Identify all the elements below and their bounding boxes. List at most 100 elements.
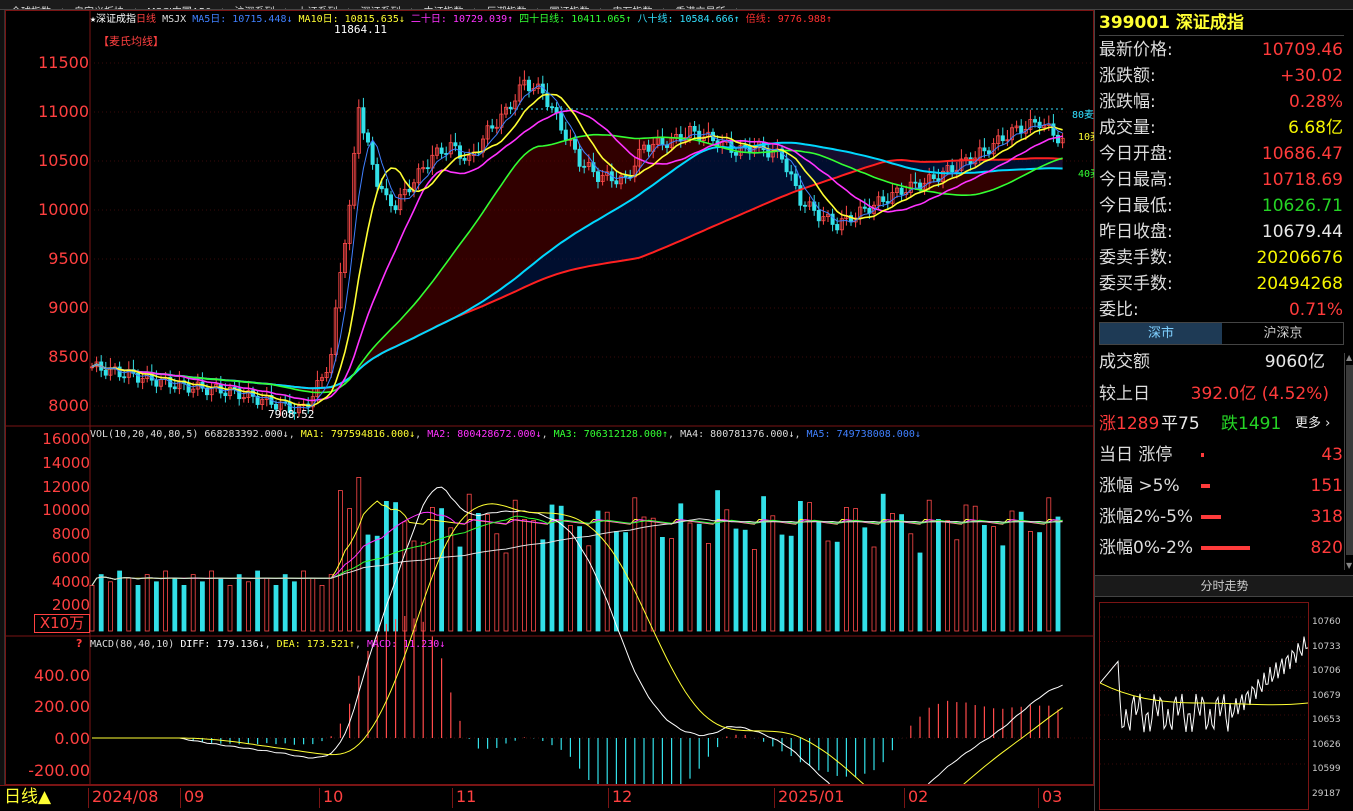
period-button[interactable]: 日线▲ [4, 786, 51, 808]
vol-ma3: MA3: 706312128.000↑ [553, 429, 669, 440]
chart-area[interactable]: ★深证成指日线 MSJX MA5日: 10715.448↓ MA10日: 108… [5, 10, 1100, 785]
tab-shenzhen[interactable]: 深市 [1100, 323, 1222, 344]
volume-bar [172, 577, 178, 632]
volume-bar [660, 537, 665, 632]
candle-body [697, 130, 702, 141]
volume-bar [181, 585, 187, 632]
vol-axis-16000: 16000 [42, 430, 90, 448]
stats-bar [1201, 453, 1204, 457]
volume-bar [788, 535, 794, 632]
date-tick-2024-08: 2024/08 [87, 787, 159, 808]
volume-bar [650, 517, 656, 632]
quote-label: 涨跌幅: [1099, 92, 1156, 112]
vol-axis-14000: 14000 [42, 454, 90, 472]
candle-body [103, 369, 108, 376]
volume-bar [770, 515, 776, 632]
quote-row: 今日最高: 10718.69 [1099, 167, 1343, 193]
scroll-down-icon[interactable]: ▼ [1346, 561, 1352, 570]
date-tick-2025-01: 2025/01 [773, 787, 845, 808]
candle-body [508, 106, 513, 110]
help-icon[interactable]: ? [76, 637, 82, 650]
quote-label: 委比: [1099, 300, 1139, 320]
quote-label: 最新价格: [1099, 40, 1173, 60]
volume-bar [687, 522, 693, 632]
volume-bar [126, 577, 132, 632]
low-annotation: 7908.52 [268, 408, 315, 421]
volume-bar [108, 581, 113, 632]
volume-bar [834, 541, 840, 632]
volume-bar [117, 570, 122, 632]
quote-name: 深证成指 [1175, 13, 1244, 33]
candle-body [375, 164, 380, 187]
volume-bar [365, 534, 371, 632]
intraday-title-bar[interactable]: 分时走势 [1095, 575, 1353, 597]
bei-value: 倍线: 9776.988↑ [745, 14, 832, 25]
volume-bar [135, 585, 141, 632]
quote-label: 昨日收盘: [1099, 222, 1173, 242]
stats-value: 43 [1321, 445, 1343, 465]
volume-bar [862, 527, 868, 632]
quote-row: 今日最低: 10626.71 [1099, 193, 1343, 219]
volume-bar [632, 497, 638, 632]
price-axis-11500: 11500 [38, 53, 89, 72]
volume-bar [945, 520, 950, 632]
volume-bar [1018, 511, 1024, 632]
candle-body [154, 379, 159, 387]
volume-bar [890, 512, 895, 632]
volume-bar [485, 514, 491, 632]
volume-bar [880, 493, 886, 632]
volume-bar [954, 539, 960, 632]
more-link[interactable]: 更多 › [1295, 411, 1330, 437]
scroll-up-icon[interactable]: ▲ [1346, 353, 1352, 362]
quote-row: 涨跌额: +30.02 [1099, 63, 1343, 89]
volume-bar [420, 541, 426, 632]
ma40-value: 四十日线: 10411.065↑ [519, 14, 632, 25]
intraday-title: 分时走势 [1200, 579, 1249, 593]
candle-body [1000, 135, 1005, 142]
panel-scrollbar[interactable]: ▲ ▼ [1344, 353, 1353, 570]
breadth-flat: 平75 [1161, 414, 1200, 434]
tab-all-markets[interactable]: 沪深京 [1222, 323, 1344, 344]
candle-body [453, 142, 458, 147]
volume-bar [153, 581, 159, 632]
ma20-value: 二十日: 10729.039↑ [410, 14, 514, 25]
vol-unit-label: X10万 [34, 614, 90, 633]
volume-bar [972, 505, 978, 632]
volume-bar [319, 585, 325, 632]
candle-body [596, 171, 601, 182]
breadth-up: 涨1289 [1099, 414, 1160, 434]
volume-bar [411, 540, 417, 632]
candle-body [122, 376, 127, 379]
price-axis-8500: 8500 [48, 347, 89, 366]
stats-label: 当日 涨停 [1099, 445, 1173, 465]
quote-label: 今日最低: [1099, 196, 1173, 216]
volume-bar [383, 500, 389, 632]
high-annotation: 11864.11 [334, 23, 387, 36]
volume-bar [1055, 516, 1061, 632]
volume-bar [273, 585, 279, 632]
stats-value: 151 [1310, 476, 1343, 496]
candlestick-chart[interactable] [6, 11, 1093, 784]
volume-bar [724, 509, 730, 632]
candle-body [388, 194, 393, 207]
candle-body [766, 149, 771, 158]
quote-value: 20494268 [1256, 274, 1343, 294]
index-title: ★深证成指 [90, 14, 137, 25]
scroll-thumb[interactable] [1346, 365, 1353, 555]
volume-bar [163, 570, 169, 632]
indicator-tag[interactable]: 【麦氏均线】 [98, 35, 164, 48]
volume-bar [577, 526, 582, 632]
candle-body [223, 392, 228, 397]
intraday-chart[interactable] [1099, 602, 1309, 810]
quote-label: 今日开盘: [1099, 144, 1173, 164]
vol-axis-12000: 12000 [42, 478, 90, 496]
vol-ma1: MA1: 797594816.000↓ [300, 429, 416, 440]
volume-bar [816, 521, 822, 632]
volume-bar [531, 520, 536, 632]
macd-legend: MACD(80,40,10) DIFF: 179.136↓, DEA: 173.… [90, 639, 446, 650]
price-axis-10000: 10000 [38, 200, 89, 219]
volume-bar [908, 533, 914, 632]
quote-row: 委买手数: 20494268 [1099, 271, 1343, 297]
quote-row: 委比: 0.71% [1099, 297, 1343, 323]
top-tab-bar: 全球指数自定义板块MSCI中国A50沪深系列上证系列深证系列中证指数巨潮指数国证… [0, 0, 1353, 10]
